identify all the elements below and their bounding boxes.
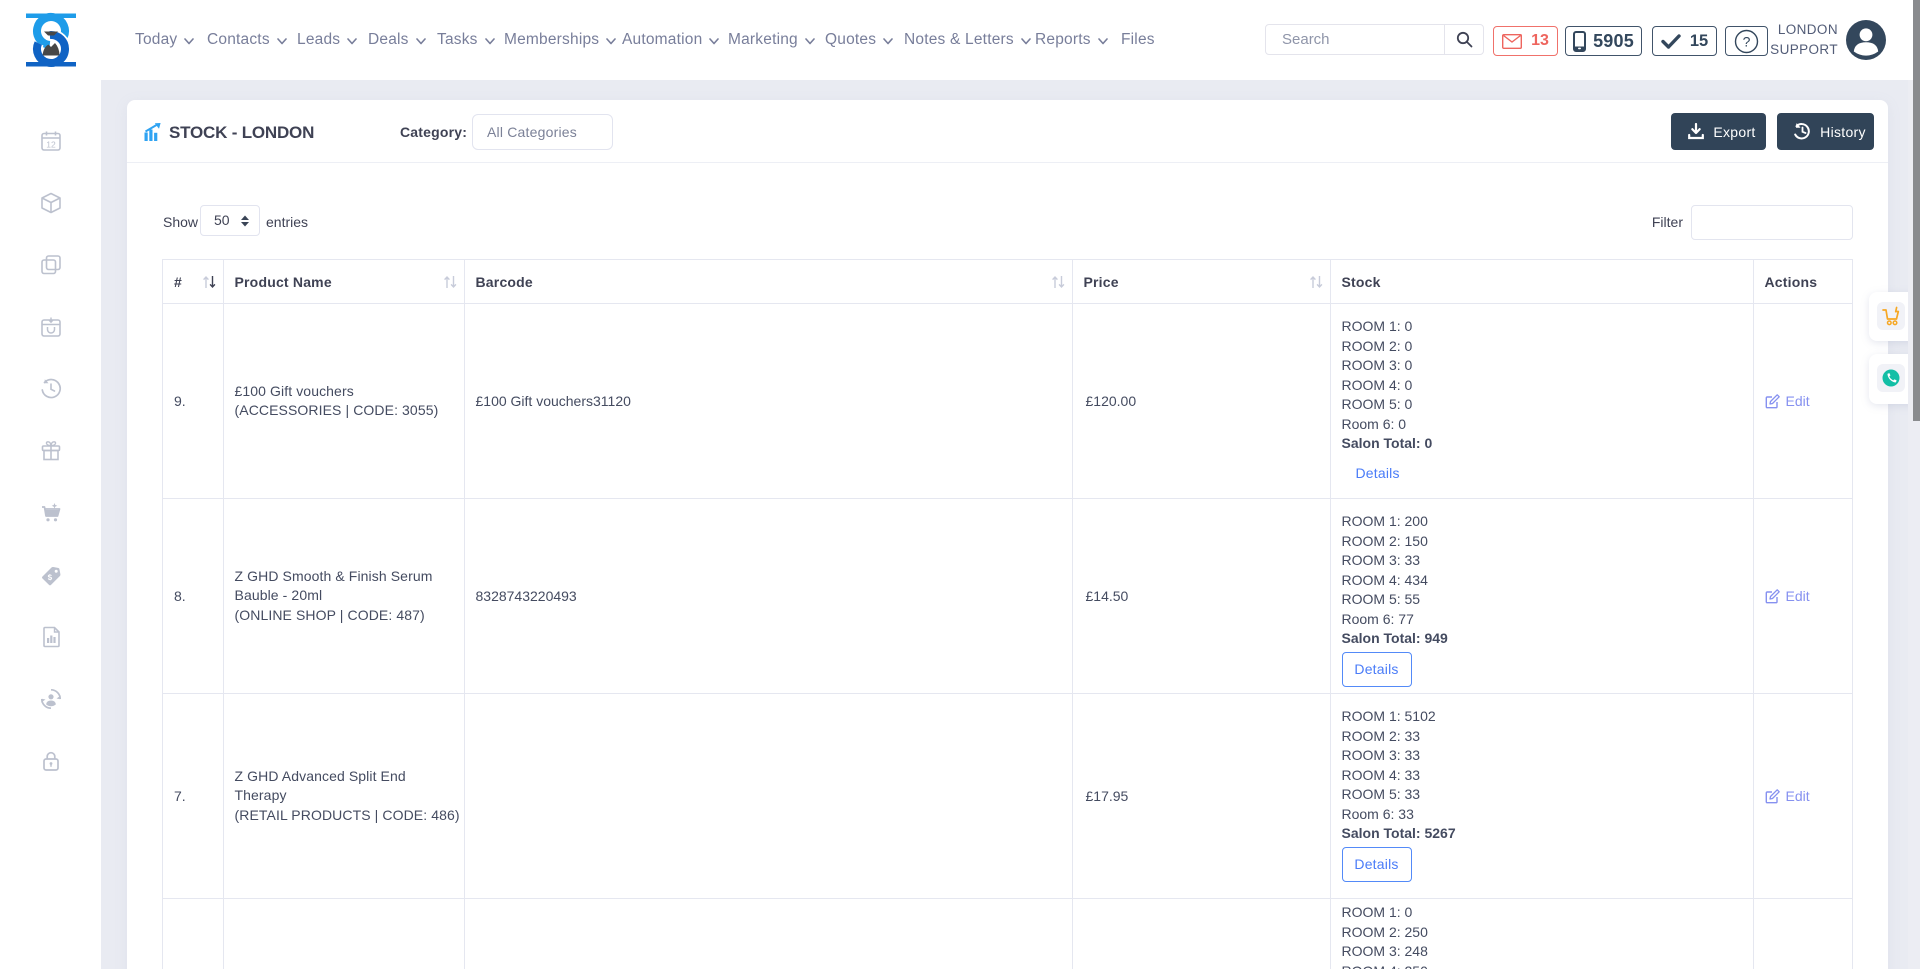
svg-text:12: 12: [46, 140, 56, 150]
svg-text:?: ?: [1743, 33, 1751, 49]
